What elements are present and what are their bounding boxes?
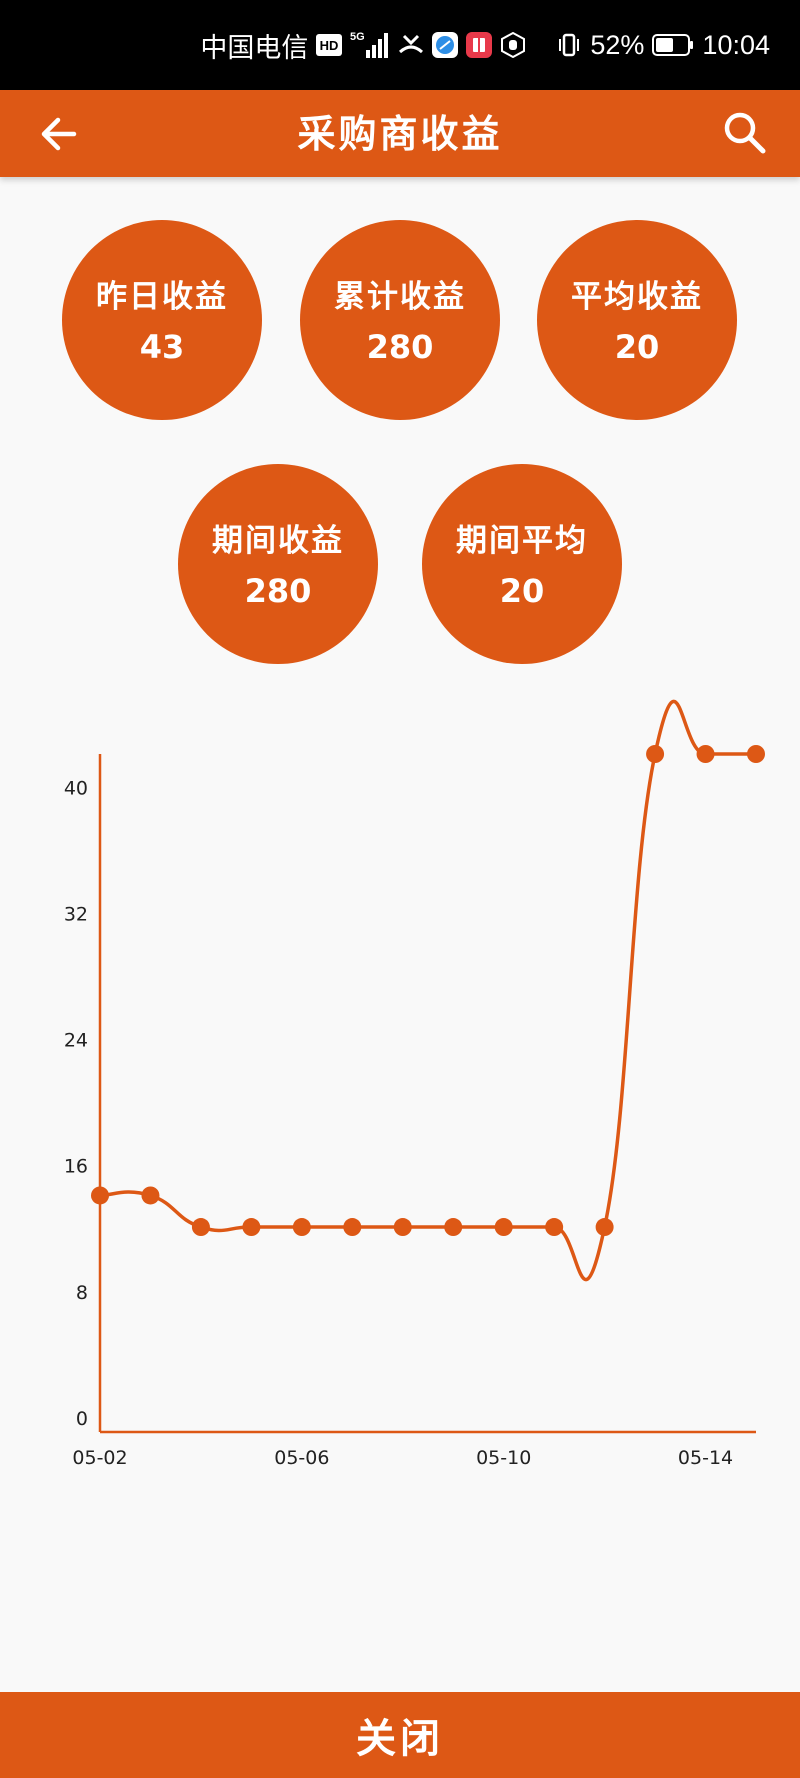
data-point — [494, 1218, 513, 1237]
status-bar-right: 中国电信 HD 5G 52% 10:04 — [200, 0, 770, 90]
close-button[interactable]: 关闭 — [0, 1692, 800, 1778]
status-bar: 中国电信 HD 5G 52% 10:04 — [0, 0, 800, 90]
stat-yesterday-income: 昨日收益 43 — [62, 220, 262, 420]
battery-icon — [652, 33, 694, 57]
x-tick-label: 05-06 — [274, 1447, 329, 1469]
data-point — [91, 1186, 109, 1205]
stat-value: 20 — [614, 327, 660, 366]
svg-text:HD: HD — [320, 38, 339, 53]
missed-call-icon — [398, 32, 424, 58]
data-point — [646, 745, 665, 763]
series-line — [99, 699, 756, 1282]
svg-text:5G: 5G — [350, 31, 365, 43]
data-point — [141, 1186, 160, 1205]
stat-value: 280 — [244, 571, 312, 610]
x-tick-label: 05-14 — [678, 1447, 733, 1469]
page-title: 采购商收益 — [297, 111, 503, 156]
data-point — [696, 745, 715, 763]
carrier-name: 中国电信 — [200, 32, 309, 63]
app-bar: 采购商收益 — [0, 90, 800, 177]
y-tick-label: 40 — [64, 777, 88, 799]
stat-label: 累计收益 — [334, 278, 466, 315]
stat-label: 期间收益 — [212, 522, 344, 559]
data-point — [393, 1218, 412, 1237]
stat-label: 期间平均 — [456, 522, 588, 559]
battery-percent: 52% — [590, 29, 645, 60]
stat-value: 20 — [499, 571, 545, 610]
hand-app-icon — [500, 32, 526, 58]
signal-icon: 5G — [350, 30, 390, 60]
data-point — [545, 1218, 564, 1237]
stat-value: 43 — [139, 327, 185, 366]
hd-icon: HD — [316, 34, 343, 56]
x-tick-label: 05-02 — [72, 1447, 127, 1469]
book-app-icon — [466, 32, 493, 58]
y-tick-label: 0 — [76, 1408, 88, 1430]
data-point — [292, 1218, 311, 1237]
y-tick-label: 8 — [76, 1282, 88, 1304]
data-point — [747, 745, 765, 763]
data-point — [444, 1218, 463, 1237]
data-point — [343, 1218, 362, 1237]
stat-period-income: 期间收益 280 — [178, 464, 378, 664]
data-point — [191, 1218, 210, 1237]
data-point — [595, 1218, 614, 1237]
x-tick-label: 05-10 — [476, 1447, 531, 1469]
y-tick-label: 24 — [64, 1030, 88, 1052]
y-tick-label: 32 — [64, 903, 88, 925]
y-tick-label: 16 — [64, 1156, 88, 1178]
stat-label: 平均收益 — [571, 278, 703, 315]
stat-total-income: 累计收益 280 — [300, 220, 500, 420]
stat-value: 280 — [366, 327, 434, 366]
stat-period-average: 期间平均 20 — [422, 464, 622, 664]
clock-time: 10:04 — [702, 29, 770, 60]
search-icon[interactable] — [720, 108, 770, 158]
stat-average-income: 平均收益 20 — [537, 220, 737, 420]
data-point — [242, 1218, 261, 1237]
income-line-chart: 0 8 16 24 32 40 05-02 05-06 05-10 05-14 — [64, 699, 765, 1469]
vibrate-icon — [556, 32, 582, 58]
browser-app-icon — [432, 32, 459, 58]
stat-label: 昨日收益 — [96, 278, 228, 315]
